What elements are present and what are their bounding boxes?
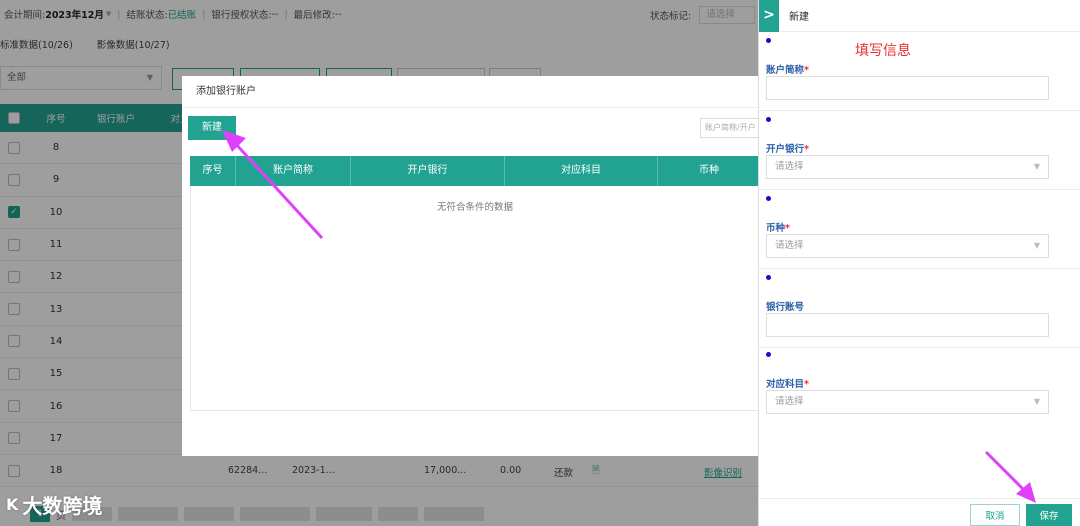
header-cell: 对应科目 (505, 156, 658, 186)
modal-title: 添加银行账户 (182, 76, 760, 108)
new-button[interactable]: 新建 (188, 116, 236, 140)
bullet-icon (766, 196, 771, 201)
header-cell: 开户银行 (351, 156, 505, 186)
header-cell: 账户简称 (236, 156, 351, 186)
new-account-panel: > 新建 填写信息 账户简称* 开户银行* 请选择 ▼ 币种* 请选择 ▼ 银行账号 对应科目*… (758, 0, 1080, 526)
header-cell: 序号 (190, 156, 236, 186)
field-label: 币种* (766, 223, 790, 234)
field-label: 账户简称* (766, 65, 809, 76)
field-select[interactable]: 请选择 ▼ (766, 234, 1049, 258)
chevron-down-icon: ▼ (1033, 241, 1040, 250)
fill-info-hint: 填写信息 (855, 43, 911, 59)
panel-header: > 新建 (759, 0, 1080, 32)
required-marker: * (804, 144, 809, 155)
field-input[interactable] (766, 76, 1049, 100)
cancel-button[interactable]: 取消 (970, 504, 1020, 526)
required-marker: * (785, 223, 790, 234)
modal-footer (190, 410, 760, 442)
add-bank-account-modal: 添加银行账户 新建 账户简称/开户 序号 账户简称 开户银行 对应科目 币种 无… (182, 76, 760, 456)
field-label: 开户银行* (766, 144, 809, 155)
bullet-icon (766, 117, 771, 122)
bullet-icon (766, 352, 771, 357)
panel-title: 新建 (789, 12, 809, 23)
watermark-text: 大数跨境 (22, 494, 103, 518)
save-button[interactable]: 保存 (1026, 504, 1072, 526)
collapse-icon[interactable]: > (759, 0, 779, 32)
chevron-down-icon: ▼ (1033, 397, 1040, 406)
bullet-icon (766, 275, 771, 280)
bullet-icon (766, 38, 771, 43)
field-input[interactable] (766, 313, 1049, 337)
field-label: 银行账号 (766, 302, 805, 313)
table-header: 序号 账户简称 开户银行 对应科目 币种 (190, 156, 760, 186)
required-marker: * (804, 65, 809, 76)
required-marker: * (804, 379, 809, 390)
field-label: 对应科目* (766, 379, 809, 390)
account-search-input[interactable]: 账户简称/开户 (700, 118, 760, 138)
watermark: K 大数跨境 (6, 490, 102, 519)
field-select[interactable]: 请选择 ▼ (766, 390, 1049, 414)
watermark-logo: K (6, 495, 19, 514)
header-cell: 币种 (699, 165, 719, 176)
chevron-down-icon: ▼ (1033, 162, 1040, 171)
field-select[interactable]: 请选择 ▼ (766, 155, 1049, 179)
